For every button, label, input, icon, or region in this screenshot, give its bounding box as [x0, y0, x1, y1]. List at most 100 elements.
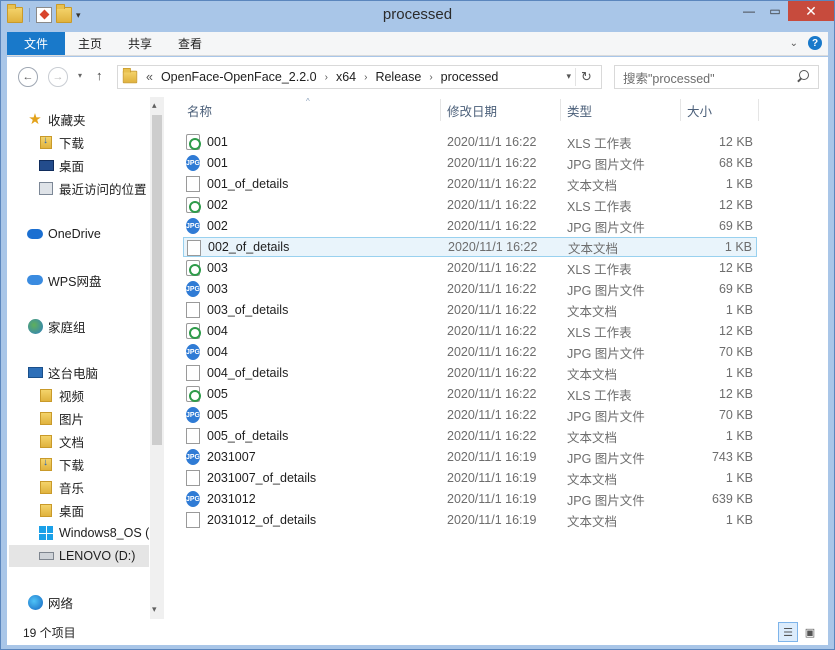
drive-icon: [38, 548, 54, 564]
navigation-pane-scrollbar[interactable]: ▴ ▾: [150, 97, 164, 619]
network-icon: [27, 594, 43, 610]
scrollbar-thumb[interactable]: [152, 115, 162, 445]
table-row[interactable]: 002_of_details 2020/11/1 16:22 文本文档 1 KB: [183, 237, 757, 257]
breadcrumb-separator-icon[interactable]: ›: [325, 72, 328, 83]
breadcrumb-item[interactable]: processed: [441, 70, 499, 84]
window-title: processed: [382, 6, 453, 23]
close-button[interactable]: ✕: [788, 1, 834, 21]
back-button[interactable]: ←: [18, 67, 38, 87]
minimize-button[interactable]: —: [736, 1, 762, 21]
tab-view[interactable]: 查看: [165, 32, 215, 55]
spreadsheet-file-icon: [186, 134, 201, 150]
up-button[interactable]: ↑: [96, 68, 103, 83]
file-type: XLS 工作表: [567, 262, 632, 277]
tab-file[interactable]: 文件: [7, 32, 65, 55]
sidebar-item-this-pc[interactable]: 这台电脑: [27, 361, 169, 383]
search-input[interactable]: 搜索"processed": [614, 65, 819, 89]
column-header-type[interactable]: 类型: [567, 97, 679, 123]
column-divider[interactable]: [440, 99, 441, 121]
column-header-name[interactable]: 名称: [187, 97, 439, 123]
file-date: 2020/11/1 16:19: [447, 471, 537, 485]
breadcrumb-item[interactable]: OpenFace-OpenFace_2.2.0: [161, 70, 317, 84]
sidebar-item-windows-drive[interactable]: Windows8_OS (: [38, 522, 149, 544]
search-icon[interactable]: [796, 70, 810, 84]
file-name: 005: [207, 408, 228, 422]
maximize-button[interactable]: ▭: [762, 1, 788, 21]
image-file-icon: JPG: [186, 491, 200, 507]
file-name: 005: [207, 387, 228, 401]
scroll-down-chevron-icon[interactable]: ▾: [152, 604, 157, 615]
file-name: 004: [207, 345, 228, 359]
table-row[interactable]: JPG 001 2020/11/1 16:22 JPG 图片文件 68 KB: [183, 153, 757, 173]
table-row[interactable]: JPG 003 2020/11/1 16:22 JPG 图片文件 69 KB: [183, 279, 757, 299]
breadcrumb-item[interactable]: x64: [336, 70, 356, 84]
tab-home[interactable]: 主页: [65, 32, 115, 55]
image-file-icon: JPG: [186, 449, 200, 465]
column-divider[interactable]: [680, 99, 681, 121]
table-row[interactable]: 004 2020/11/1 16:22 XLS 工作表 12 KB: [183, 321, 757, 341]
documents-folder-icon: [38, 433, 54, 449]
ribbon-tabs: 文件 主页 共享 查看 ⌄ ?: [7, 32, 828, 56]
sidebar-item-label: OneDrive: [48, 227, 101, 241]
sidebar-item-onedrive[interactable]: OneDrive: [27, 223, 169, 245]
details-view-icon[interactable]: ☰: [778, 622, 798, 642]
navigation-bar: ← → ▾ ↑ « OpenFace-OpenFace_2.2.0 › x64 …: [7, 57, 828, 97]
breadcrumb-overflow[interactable]: «: [146, 70, 153, 84]
scroll-up-chevron-icon[interactable]: ▴: [152, 100, 157, 111]
sidebar-item-homegroup[interactable]: 家庭组: [27, 315, 169, 337]
table-row[interactable]: 2031007_of_details 2020/11/1 16:19 文本文档 1 K…: [183, 468, 757, 488]
file-name: 002: [207, 198, 228, 212]
table-row[interactable]: 005 2020/11/1 16:22 XLS 工作表 12 KB: [183, 384, 757, 404]
refresh-icon[interactable]: ↻: [575, 68, 597, 86]
table-row[interactable]: JPG 2031012 2020/11/1 16:19 JPG 图片文件 639 KB: [183, 489, 757, 509]
table-row[interactable]: 002 2020/11/1 16:22 XLS 工作表 12 KB: [183, 195, 757, 215]
image-file-icon: JPG: [186, 344, 200, 360]
file-date: 2020/11/1 16:22: [447, 408, 537, 422]
sidebar-item-label: 网络: [48, 596, 74, 611]
table-row[interactable]: JPG 005 2020/11/1 16:22 JPG 图片文件 70 KB: [183, 405, 757, 425]
breadcrumb-separator-icon[interactable]: ›: [364, 72, 367, 83]
downloads-folder-icon: [38, 456, 54, 472]
file-date: 2020/11/1 16:22: [447, 177, 537, 191]
column-header-date[interactable]: 修改日期: [447, 97, 559, 123]
file-name: 003: [207, 282, 228, 296]
file-size: 12 KB: [718, 135, 753, 149]
sidebar-item-lenovo-drive[interactable]: LENOVO (D:): [9, 545, 149, 567]
table-row[interactable]: JPG 002 2020/11/1 16:22 JPG 图片文件 69 KB: [183, 216, 757, 236]
sidebar-item-wps-cloud[interactable]: WPS网盘: [27, 269, 169, 291]
sidebar-item-label: WPS网盘: [48, 274, 102, 289]
text-file-icon: [186, 302, 200, 318]
sidebar-item-network[interactable]: 网络: [27, 591, 169, 613]
table-row[interactable]: 004_of_details 2020/11/1 16:22 文本文档 1 KB: [183, 363, 757, 383]
address-bar[interactable]: « OpenFace-OpenFace_2.2.0 › x64 › Releas…: [117, 65, 602, 89]
file-type: 文本文档: [567, 514, 618, 529]
breadcrumb-item[interactable]: Release: [375, 70, 421, 84]
sidebar-item-favorites[interactable]: ★ 收藏夹: [27, 108, 169, 130]
table-row[interactable]: 003 2020/11/1 16:22 XLS 工作表 12 KB: [183, 258, 757, 278]
table-row[interactable]: JPG 004 2020/11/1 16:22 JPG 图片文件 70 KB: [183, 342, 757, 362]
tab-share[interactable]: 共享: [115, 32, 165, 55]
table-row[interactable]: 005_of_details 2020/11/1 16:22 文本文档 1 KB: [183, 426, 757, 446]
text-file-icon: [186, 365, 200, 381]
sidebar-item-label: LENOVO (D:): [59, 549, 136, 563]
sidebar-item-label: 桌面: [59, 504, 85, 519]
large-icons-view-icon[interactable]: ▣: [800, 622, 820, 642]
expand-ribbon-chevron-icon[interactable]: ⌄: [790, 38, 798, 49]
table-row[interactable]: JPG 2031007 2020/11/1 16:19 JPG 图片文件 743 KB: [183, 447, 757, 467]
address-history-chevron-down-icon[interactable]: ▾: [566, 71, 571, 82]
recent-locations-chevron-down-icon[interactable]: ▾: [78, 71, 82, 80]
window-controls: — ▭ ✕: [736, 1, 834, 21]
table-row[interactable]: 001 2020/11/1 16:22 XLS 工作表 12 KB: [183, 132, 757, 152]
forward-button[interactable]: →: [48, 67, 68, 87]
column-divider[interactable]: [560, 99, 561, 121]
column-divider[interactable]: [758, 99, 759, 121]
onedrive-icon: [27, 226, 43, 242]
breadcrumb-separator-icon[interactable]: ›: [429, 72, 432, 83]
file-list: ^ 名称 修改日期 类型 大小 001 2020/11/1 16:22 XLS 工作…: [165, 97, 828, 619]
table-row[interactable]: 003_of_details 2020/11/1 16:22 文本文档 1 KB: [183, 300, 757, 320]
help-icon[interactable]: ?: [808, 36, 822, 50]
table-row[interactable]: 2031012_of_details 2020/11/1 16:19 文本文档 1 K…: [183, 510, 757, 530]
table-row[interactable]: 001_of_details 2020/11/1 16:22 文本文档 1 KB: [183, 174, 757, 194]
file-size: 1 KB: [725, 303, 753, 317]
column-header-size[interactable]: 大小: [687, 97, 757, 123]
